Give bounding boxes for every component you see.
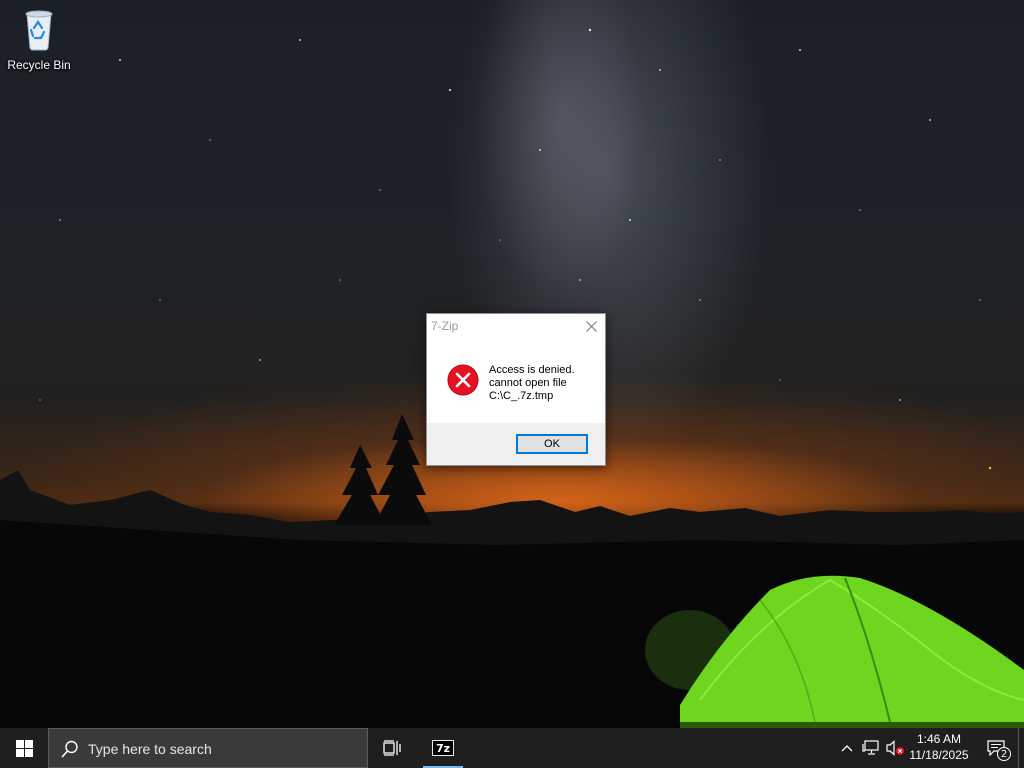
- message-line: cannot open file: [489, 377, 567, 389]
- network-tray-button[interactable]: [859, 728, 883, 768]
- show-desktop-button[interactable]: [1018, 728, 1024, 768]
- message-line: C:\C_.7z.tmp: [489, 390, 554, 402]
- notification-count-badge: 2: [997, 747, 1011, 761]
- volume-tray-button[interactable]: [883, 728, 907, 768]
- error-icon: [447, 364, 479, 396]
- message-line: Access is denied.: [489, 364, 575, 376]
- search-icon: [61, 740, 78, 758]
- start-button[interactable]: [0, 728, 48, 768]
- dialog-titlebar[interactable]: 7-Zip: [427, 314, 605, 338]
- taskbar-search-box[interactable]: Type here to search: [48, 728, 368, 768]
- taskbar-app-7zip[interactable]: 7z: [423, 728, 463, 768]
- chevron-up-icon: [841, 745, 853, 752]
- desktop-icon-label: Recycle Bin: [7, 58, 71, 72]
- dialog-close-button[interactable]: [577, 314, 605, 338]
- volume-muted-icon: [886, 740, 904, 756]
- pine-trees: [334, 414, 432, 525]
- taskbar: Type here to search 7z 1:46 AM 11/18/202…: [0, 728, 1024, 768]
- dialog-body: Access is denied. cannot open file C:\C_…: [427, 338, 605, 423]
- close-icon: [585, 320, 597, 332]
- search-placeholder: Type here to search: [88, 741, 212, 757]
- dialog-title: 7-Zip: [431, 319, 459, 333]
- taskbar-clock[interactable]: 1:46 AM 11/18/2025: [906, 731, 972, 763]
- show-hidden-icons-button[interactable]: [836, 728, 858, 768]
- clock-date: 11/18/2025: [909, 748, 969, 762]
- clock-time: 1:46 AM: [916, 732, 962, 746]
- dialog-footer: OK: [427, 423, 605, 465]
- action-center-button[interactable]: 2: [978, 728, 1014, 768]
- recycle-bin-icon: [25, 10, 53, 51]
- 7zip-icon: 7z: [432, 740, 454, 756]
- dialog-message: Access is denied. cannot open file C:\C_…: [489, 364, 575, 403]
- ok-button[interactable]: OK: [516, 434, 588, 454]
- desktop-icon-recycle-bin[interactable]: Recycle Bin: [4, 6, 74, 78]
- windows-logo-icon: [15, 739, 33, 757]
- task-view-icon: [383, 740, 401, 756]
- error-dialog: 7-Zip Access is denied. cannot open file…: [426, 313, 606, 466]
- task-view-button[interactable]: [372, 728, 412, 768]
- network-icon: [862, 740, 879, 755]
